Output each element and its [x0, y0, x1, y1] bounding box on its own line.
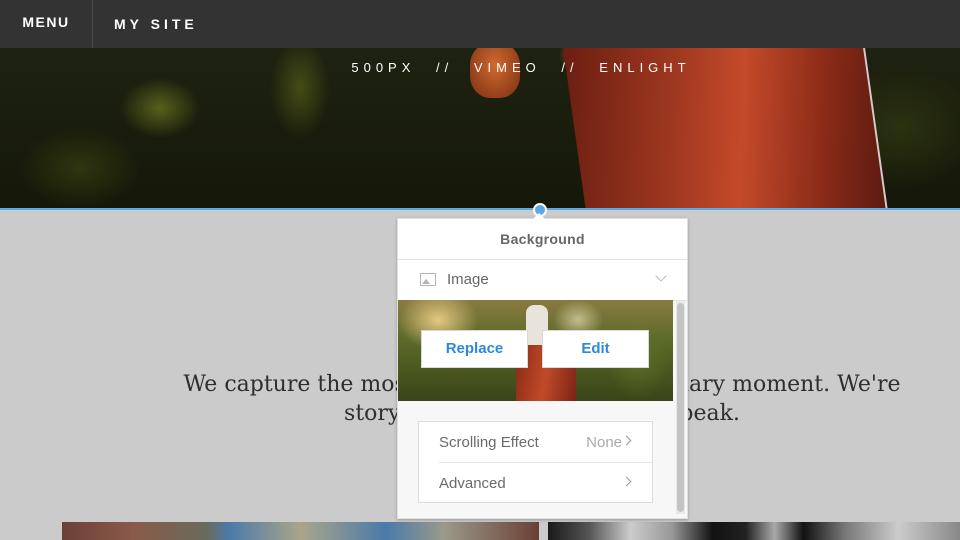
site-title[interactable]: MY SITE — [114, 16, 198, 32]
background-type-value: Image — [447, 271, 489, 288]
scrollbar-thumb[interactable] — [677, 303, 684, 512]
advanced-option[interactable]: Advanced — [439, 462, 652, 503]
panel-scrollbar[interactable] — [676, 301, 685, 514]
scrolling-effect-option[interactable]: Scrolling Effect None — [439, 422, 652, 462]
section-selection-edge — [0, 208, 960, 210]
social-links: 500PX // VIMEO // ENLIGHT — [0, 60, 960, 75]
link-500px[interactable]: 500PX — [351, 60, 415, 75]
hero-section[interactable]: 500PX // VIMEO // ENLIGHT — [0, 48, 960, 209]
panel-pointer-arrow — [533, 213, 545, 219]
gallery-image-left[interactable] — [62, 522, 539, 540]
separator: // — [436, 60, 454, 75]
background-image-preview: Replace Edit — [398, 300, 673, 401]
chevron-down-icon — [655, 270, 667, 282]
chevron-right-icon — [621, 435, 632, 446]
link-vimeo[interactable]: VIMEO — [474, 60, 541, 75]
top-bar: MENU MY SITE — [0, 0, 960, 48]
option-label: Advanced — [439, 475, 506, 492]
chevron-right-icon — [621, 476, 632, 487]
menu-button[interactable]: MENU — [0, 0, 93, 48]
background-panel: Background Image Replace Edit Scrolling … — [397, 218, 688, 519]
separator: // — [561, 60, 579, 75]
edit-button[interactable]: Edit — [542, 330, 649, 368]
option-label: Scrolling Effect — [439, 434, 539, 451]
gallery-image-right[interactable] — [548, 522, 960, 540]
background-type-dropdown[interactable]: Image — [398, 260, 687, 301]
panel-title: Background — [398, 219, 687, 260]
link-enlight[interactable]: ENLIGHT — [599, 60, 690, 75]
options-list: Scrolling Effect None Advanced — [418, 421, 653, 503]
image-icon — [420, 273, 436, 286]
replace-button[interactable]: Replace — [421, 330, 528, 368]
option-value: None — [586, 434, 622, 451]
